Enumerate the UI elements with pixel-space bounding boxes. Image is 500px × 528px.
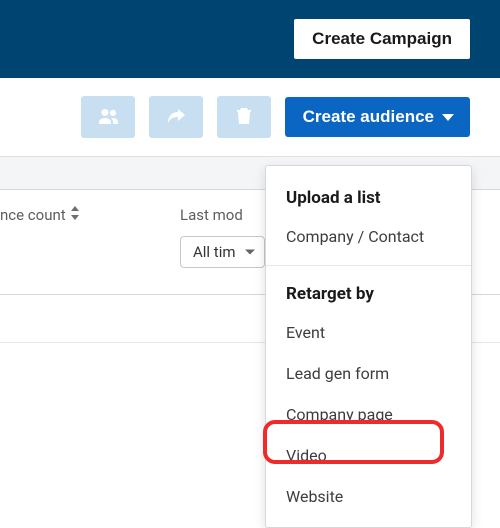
toolbar: Create audience: [0, 78, 500, 157]
share-icon-button[interactable]: [149, 96, 203, 138]
create-campaign-label: Create Campaign: [312, 29, 452, 48]
dropdown-item-website[interactable]: Website: [266, 476, 471, 517]
people-icon: [98, 108, 118, 127]
audience-icon-button[interactable]: [81, 96, 135, 138]
column-count[interactable]: nce count: [0, 206, 180, 224]
dropdown-divider: [266, 265, 471, 266]
time-filter-value: All tim: [193, 243, 236, 261]
dropdown-retarget-header: Retarget by: [266, 280, 471, 312]
dropdown-item-lead-gen-form[interactable]: Lead gen form: [266, 353, 471, 394]
create-audience-dropdown: Upload a list Company / Contact Retarget…: [265, 165, 472, 528]
dropdown-upload-header: Upload a list: [266, 184, 471, 216]
delete-icon-button[interactable]: [217, 96, 271, 138]
sort-icon: [70, 206, 80, 224]
dropdown-item-company-contact[interactable]: Company / Contact: [266, 216, 471, 257]
chevron-down-icon: [245, 250, 255, 255]
time-filter-wrap[interactable]: All tim: [180, 236, 265, 268]
share-icon: [166, 108, 186, 127]
create-campaign-button[interactable]: Create Campaign: [294, 19, 470, 59]
dropdown-item-event[interactable]: Event: [266, 312, 471, 353]
chevron-down-icon: [442, 114, 454, 121]
trash-icon: [236, 107, 252, 128]
dropdown-item-video[interactable]: Video: [266, 435, 471, 476]
dropdown-item-company-page[interactable]: Company page: [266, 394, 471, 435]
top-header-bar: Create Campaign: [0, 0, 500, 78]
create-audience-button[interactable]: Create audience: [285, 97, 470, 137]
count-column-label: nce count: [0, 206, 66, 224]
create-audience-label: Create audience: [303, 107, 434, 127]
